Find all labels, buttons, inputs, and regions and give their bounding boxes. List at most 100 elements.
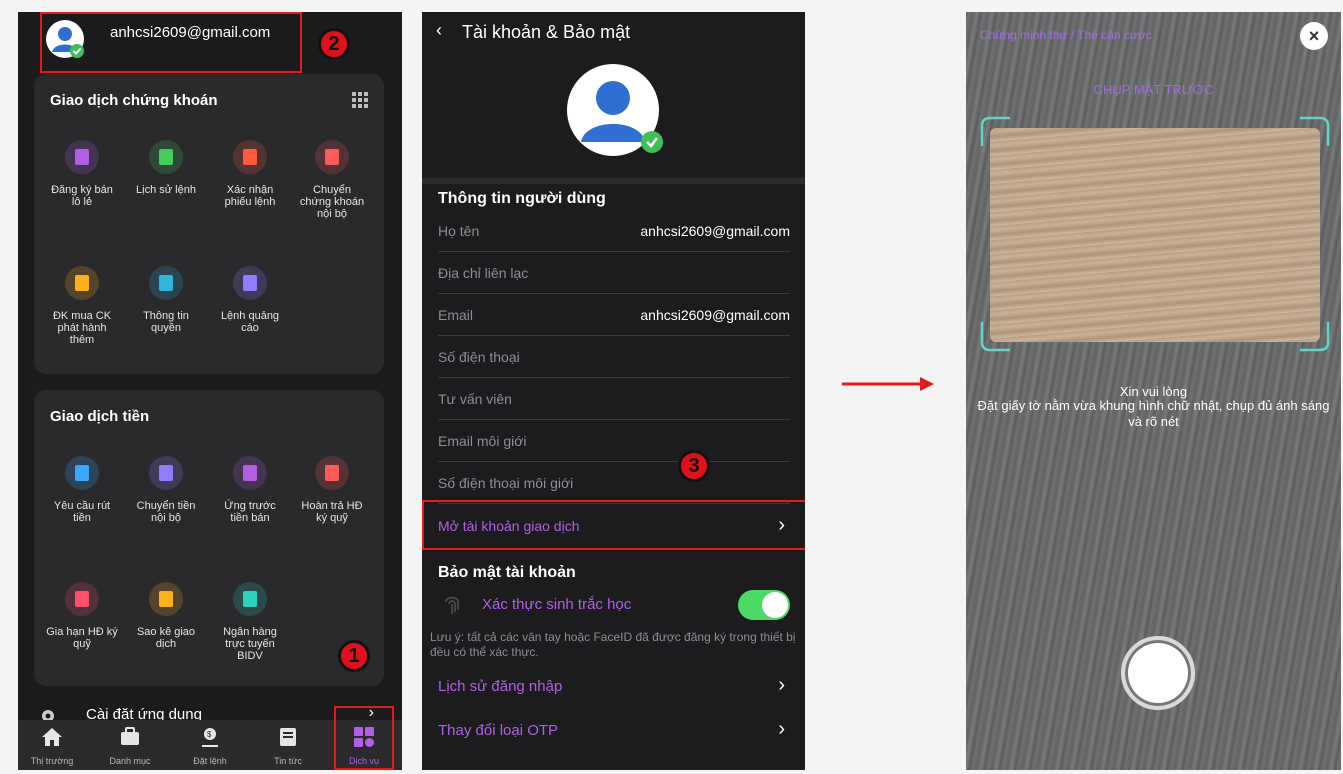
grid-item-label: Xác nhận phiếu lệnh	[224, 184, 276, 208]
hand-coin-icon	[233, 456, 267, 490]
info-row: Số điện thoại	[438, 336, 790, 378]
grid-item-label: Chuyển chứng khoán nội bộ	[299, 184, 365, 220]
receipt-icon	[149, 582, 183, 616]
icon-glyph	[159, 149, 173, 165]
fingerprint-icon	[445, 596, 459, 614]
grid-item[interactable]: Lịch sử lệnh	[130, 140, 202, 196]
grid-item-label: Gia hạn HĐ ký quỹ	[46, 626, 118, 650]
step-badge-1: 1	[338, 640, 370, 672]
tab-label: Thị trường	[30, 756, 74, 766]
tab-label: Tin tức	[274, 756, 302, 766]
change-otp-label: Thay đổi loại OTP	[438, 722, 559, 739]
biometric-label: Xác thực sinh trắc học	[482, 596, 632, 613]
grid-item-label: Yêu cầu rút tiền	[53, 500, 111, 524]
grid-item[interactable]: Chuyển tiền nội bộ	[130, 456, 202, 524]
medal-icon	[149, 266, 183, 300]
icon-glyph	[243, 591, 257, 607]
services-screen: anhcsi2609@gmail.com 2 Giao dịch chứng k…	[18, 12, 402, 770]
receipt-icon	[233, 140, 267, 174]
frame-corners	[980, 116, 1330, 352]
wallet-icon	[65, 456, 99, 490]
tab-order[interactable]: $ Đặt lệnh	[178, 720, 242, 770]
grid-item[interactable]: Hoàn trả HĐ ký quỹ	[296, 456, 368, 524]
grid-item[interactable]: Xác nhận phiếu lệnh	[214, 140, 286, 208]
order-icon: $	[202, 728, 218, 747]
step-badge-3: 3	[678, 450, 710, 482]
account-security-screen: ‹ Tài khoản & Bảo mật Thông tin người dù…	[422, 12, 805, 770]
highlight-box-open-account	[422, 500, 805, 550]
grid-item-label: ĐK mua CK phát hành thêm	[52, 310, 112, 346]
grid-item-label: Sao kê giao dịch	[136, 626, 196, 650]
info-row-key: Tư vấn viên	[438, 391, 512, 407]
svg-text:$: $	[207, 730, 212, 739]
screen-title: Tài khoản & Bảo mật	[462, 22, 631, 42]
icon-glyph	[159, 465, 173, 481]
grid-item-label: Lệnh quảng cáo	[220, 310, 280, 334]
tab-label: Đặt lệnh	[193, 756, 227, 766]
news-icon	[280, 728, 296, 746]
icon-glyph	[159, 275, 173, 291]
grid-item[interactable]: Chuyển chứng khoán nội bộ	[296, 140, 368, 220]
money-trading-card: Giao dịch tiền Yêu cầu rút tiền Chuyển ti…	[34, 390, 384, 686]
money-section-title: Giao dịch tiền	[50, 408, 150, 425]
megaphone-icon	[233, 266, 267, 300]
back-button[interactable]: ‹	[436, 20, 442, 41]
info-row-key: Số điện thoại	[438, 349, 520, 365]
grid-item[interactable]: Yêu cầu rút tiền	[46, 456, 118, 524]
icon-glyph	[75, 465, 89, 481]
info-row: Email môi giới	[438, 420, 790, 462]
profile-avatar-icon[interactable]	[563, 60, 667, 160]
info-row-key: Số điện thoại môi giới	[438, 475, 574, 491]
grid-item-label: Đăng ký bán lô lẻ	[51, 184, 113, 208]
stock-trading-card: Giao dịch chứng khoán Đăng ký bán lô lẻ L…	[34, 74, 384, 374]
info-row-key: Email	[438, 307, 474, 323]
grid-item[interactable]: ĐK mua CK phát hành thêm	[46, 266, 118, 346]
grid-item-label: Lịch sử lệnh	[136, 184, 196, 196]
grid-item[interactable]: Ứng trước tiền bán	[214, 456, 286, 524]
grid-item[interactable]: Đăng ký bán lô lẻ	[46, 140, 118, 208]
info-row-key: Địa chỉ liên lạc	[438, 265, 529, 281]
grid-item[interactable]: Sao kê giao dịch	[130, 582, 202, 650]
transfer-icon	[315, 140, 349, 174]
shutter-button[interactable]	[1121, 636, 1195, 710]
grid-item[interactable]: Thông tin quyền	[130, 266, 202, 334]
document-icon	[149, 140, 183, 174]
document-type-label[interactable]: Chứng minh thư / Thẻ căn cước	[980, 28, 1152, 42]
icon-glyph	[325, 149, 339, 165]
chevron-right-icon: ›	[778, 674, 785, 696]
close-icon: ×	[1308, 25, 1320, 46]
grid-item[interactable]: Lệnh quảng cáo	[214, 266, 286, 334]
grid-item-label: Thông tin quyền	[143, 310, 189, 334]
info-row-key: Email môi giới	[438, 433, 527, 449]
login-history-row[interactable]: Lịch sử đăng nhập ›	[422, 670, 805, 706]
grid-item-label: Chuyển tiền nội bộ	[136, 500, 196, 524]
highlight-box-services-tab	[334, 706, 394, 770]
change-otp-row[interactable]: Thay đổi loại OTP ›	[422, 714, 805, 750]
icon-glyph	[243, 465, 257, 481]
grid-icon[interactable]	[352, 92, 368, 108]
tab-market[interactable]: Thị trường	[20, 720, 84, 770]
security-title: Bảo mật tài khoản	[438, 564, 576, 581]
icon-glyph	[325, 465, 339, 481]
info-row-value: anhcsi2609@gmail.com	[640, 307, 790, 323]
tab-news[interactable]: Tin tức	[256, 720, 320, 770]
id-capture-screen: Chứng minh thư / Thẻ căn cước × CHỤP MẶT…	[966, 12, 1341, 770]
step-badge-2: 2	[318, 28, 350, 60]
document-icon	[315, 456, 349, 490]
grid-item[interactable]: Ngân hàng trực tuyến BIDV	[214, 582, 286, 662]
biometric-toggle[interactable]	[738, 590, 790, 620]
instruction-title: Xin vui lòng	[1119, 384, 1188, 399]
settings-row[interactable]: Cài đặt ứng dụng ›	[34, 702, 384, 723]
info-row: Địa chỉ liên lạc	[438, 252, 790, 294]
instruction-text: Đặt giấy tờ nằm vừa khung hình chữ nhật,…	[977, 398, 1330, 429]
info-row: Số điện thoại môi giới	[438, 462, 790, 504]
grid-item-label: Ứng trước tiền bán	[224, 500, 276, 524]
briefcase-icon	[121, 727, 139, 745]
tab-portfolio[interactable]: Danh mục	[98, 720, 162, 770]
tab-label: Danh mục	[109, 756, 151, 766]
info-row-value: anhcsi2609@gmail.com	[640, 223, 790, 239]
icon-glyph	[243, 149, 257, 165]
biometric-note: Lưu ý: tất cả các vân tay hoặc FaceID đã…	[430, 630, 796, 659]
grid-item[interactable]: Gia hạn HĐ ký quỹ	[46, 582, 118, 650]
close-button[interactable]: ×	[1300, 22, 1328, 50]
